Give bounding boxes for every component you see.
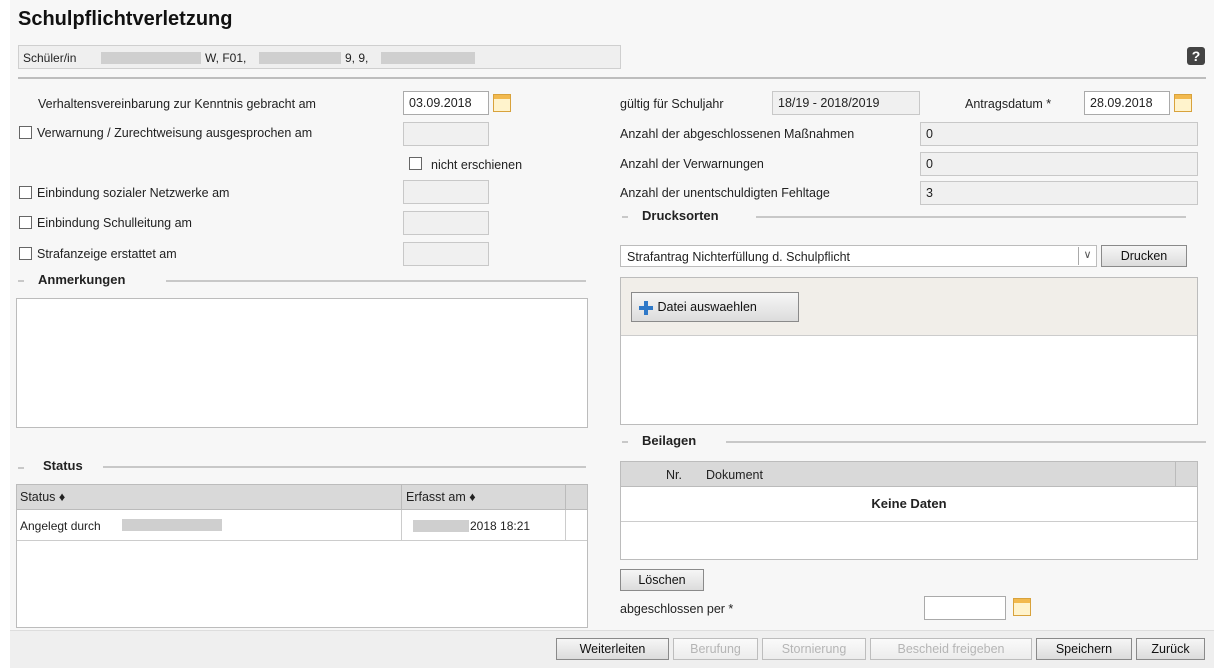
drucksorten-title: Drucksorten	[642, 208, 719, 223]
schuljahr-label: gültig für Schuljahr	[620, 97, 724, 111]
zurueck-button[interactable]: Zurück	[1136, 638, 1205, 660]
column-divider	[1175, 462, 1176, 486]
status-column-header[interactable]: Status ♦	[20, 490, 65, 504]
calendar-icon[interactable]	[493, 94, 511, 112]
verhaltensvereinbarung-label: Verhaltensvereinbarung zur Kenntnis gebr…	[38, 97, 316, 111]
section-dash	[622, 216, 628, 218]
strafanzeige-label: Strafanzeige erstattet am	[37, 247, 177, 261]
abgeschlossen-label: abgeschlossen per *	[620, 602, 734, 616]
student-class: W, F01,	[205, 51, 247, 65]
calendar-icon[interactable]	[1013, 598, 1031, 616]
section-line	[756, 216, 1186, 218]
count-label: Anzahl der unentschuldigten Fehltage	[620, 186, 830, 200]
beilagen-header: Nr. Dokument	[621, 462, 1197, 487]
count-label: Anzahl der Verwarnungen	[620, 157, 764, 171]
strafanzeige-checkbox[interactable]	[19, 247, 32, 260]
anmerkungen-textarea[interactable]	[16, 298, 588, 428]
loeschen-button[interactable]: Löschen	[620, 569, 704, 591]
upload-toolbar: Datei auswaehlen	[621, 278, 1197, 336]
plus-icon	[638, 300, 654, 316]
divider	[18, 77, 1206, 79]
erfasst-cell: 2018 18:21	[470, 519, 531, 533]
erfasst-column-header[interactable]: Erfasst am ♦	[406, 490, 476, 504]
beilagen-title: Beilagen	[642, 433, 697, 448]
anmerkungen-title: Anmerkungen	[38, 272, 126, 287]
schulleitung-label: Einbindung Schulleitung am	[37, 216, 192, 230]
redacted-info	[259, 52, 341, 64]
netzwerke-label: Einbindung sozialer Netzwerke am	[37, 186, 230, 200]
redacted-user	[122, 519, 222, 531]
section-dash	[622, 441, 628, 443]
verwarnung-label: Verwarnung / Zurechtweisung ausgesproche…	[37, 126, 313, 140]
nicht-erschienen-label: nicht erschienen	[431, 158, 523, 172]
beilagen-table: Nr. Dokument Keine Daten	[620, 461, 1198, 560]
section-dash	[18, 467, 24, 469]
nr-column-header[interactable]: Nr.	[666, 468, 682, 482]
student-grade: 9, 9,	[345, 51, 369, 65]
section-line	[103, 466, 586, 468]
column-divider	[401, 485, 402, 509]
drucksorte-select[interactable]: Strafantrag Nichterfüllung d. Schulpflic…	[620, 245, 1097, 267]
netzwerke-date[interactable]	[403, 180, 489, 204]
upload-area: Datei auswaehlen	[620, 277, 1198, 425]
redacted-name	[101, 52, 201, 64]
redacted-date	[413, 520, 469, 532]
section-dash	[18, 280, 24, 282]
calendar-icon[interactable]	[1174, 94, 1192, 112]
section-line	[726, 441, 1206, 443]
column-divider	[565, 510, 566, 540]
table-row[interactable]: Angelegt durch 2018 18:21	[17, 510, 587, 541]
count-field: 0	[920, 122, 1198, 146]
strafanzeige-date[interactable]	[403, 242, 489, 266]
section-line	[166, 280, 586, 282]
column-divider	[565, 485, 566, 509]
schulleitung-date[interactable]	[403, 211, 489, 235]
page: Schulpflichtverletzung Schüler/in W, F01…	[10, 0, 1214, 668]
netzwerke-checkbox[interactable]	[19, 186, 32, 199]
column-divider	[401, 510, 402, 540]
verhaltensvereinbarung-date[interactable]: 03.09.2018	[403, 91, 489, 115]
drucksorte-value: Strafantrag Nichterfüllung d. Schulpflic…	[627, 250, 851, 264]
redacted-info-2	[381, 52, 475, 64]
page-title: Schulpflichtverletzung	[18, 8, 233, 30]
status-cell: Angelegt durch	[20, 519, 101, 533]
speichern-button[interactable]: Speichern	[1036, 638, 1132, 660]
student-bar: Schüler/in W, F01, 9, 9,	[18, 45, 621, 69]
verwarnung-date[interactable]	[403, 122, 489, 146]
weiterleiten-button[interactable]: Weiterleiten	[556, 638, 669, 660]
count-label: Anzahl der abgeschlossenen Maßnahmen	[620, 127, 855, 141]
datei-auswaehlen-button[interactable]: Datei auswaehlen	[631, 292, 799, 322]
stornierung-button[interactable]: Stornierung	[762, 638, 866, 660]
count-field: 3	[920, 181, 1198, 205]
drucken-button[interactable]: Drucken	[1101, 245, 1187, 267]
status-table-header: Status ♦ Erfasst am ♦	[17, 485, 587, 510]
status-table: Status ♦ Erfasst am ♦ Angelegt durch 201…	[16, 484, 588, 628]
verwarnung-checkbox[interactable]	[19, 126, 32, 139]
keine-daten: Keine Daten	[621, 487, 1197, 522]
dokument-column-header[interactable]: Dokument	[706, 468, 763, 482]
datei-auswaehlen-label: Datei auswaehlen	[657, 300, 757, 314]
antragsdatum-field[interactable]: 28.09.2018	[1084, 91, 1170, 115]
student-label: Schüler/in	[23, 51, 77, 65]
help-icon[interactable]: ?	[1187, 47, 1205, 65]
nicht-erschienen-checkbox[interactable]	[409, 157, 422, 170]
berufung-button[interactable]: Berufung	[673, 638, 758, 660]
status-title: Status	[43, 458, 83, 473]
count-field: 0	[920, 152, 1198, 176]
schulleitung-checkbox[interactable]	[19, 216, 32, 229]
abgeschlossen-date[interactable]	[924, 596, 1006, 620]
antragsdatum-label: Antragsdatum *	[965, 97, 1052, 111]
bescheid-freigeben-button[interactable]: Bescheid freigeben	[870, 638, 1032, 660]
chevron-down-icon[interactable]: ∨	[1078, 247, 1096, 265]
schuljahr-field: 18/19 - 2018/2019	[772, 91, 920, 115]
